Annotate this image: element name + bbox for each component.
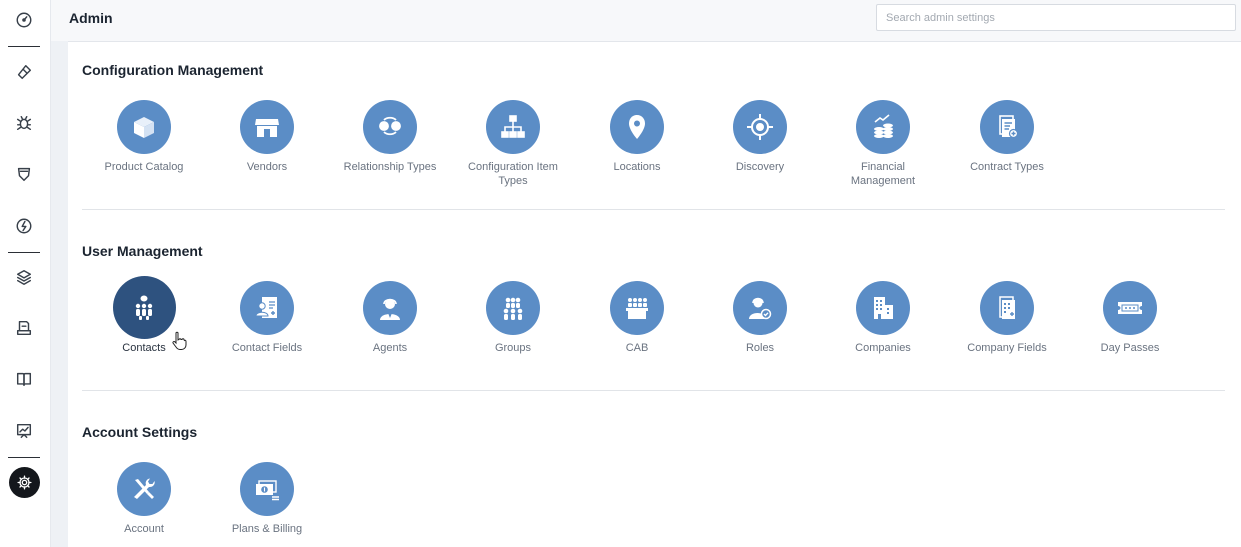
page-title: Admin bbox=[69, 10, 113, 26]
search-input[interactable] bbox=[876, 4, 1236, 31]
section-divider bbox=[82, 209, 1225, 210]
section-title-configuration-management: Configuration Management bbox=[82, 62, 264, 78]
tile-label: Configuration Item Types bbox=[468, 161, 558, 187]
rail-divider bbox=[8, 46, 40, 47]
admin-content: Configuration Management Product Catalog… bbox=[68, 42, 1241, 547]
tile-financial-management[interactable]: Financial Management bbox=[828, 100, 938, 188]
tile-discovery[interactable]: Discovery bbox=[705, 100, 815, 174]
tile-label: Discovery bbox=[735, 161, 785, 173]
tile-label: Groups bbox=[494, 342, 532, 354]
gear-icon[interactable] bbox=[9, 467, 40, 498]
tile-label: Agents bbox=[372, 342, 408, 354]
agent-headset-icon bbox=[363, 281, 417, 335]
section-title-user-management: User Management bbox=[82, 243, 203, 259]
group-icon bbox=[486, 281, 540, 335]
tile-label: Vendors bbox=[246, 161, 288, 173]
book-icon[interactable] bbox=[12, 367, 36, 391]
tile-label: Locations bbox=[613, 161, 661, 173]
contacts-icon bbox=[112, 276, 176, 339]
tools-icon bbox=[117, 462, 171, 516]
tile-label: Company Fields bbox=[967, 342, 1047, 354]
tile-label: Day Passes bbox=[1100, 342, 1160, 354]
contract-icon bbox=[980, 100, 1034, 154]
role-icon bbox=[733, 281, 787, 335]
page-header: Admin bbox=[51, 0, 1241, 42]
billing-icon bbox=[240, 462, 294, 516]
relationship-icon bbox=[363, 100, 417, 154]
tile-day-passes[interactable]: Day Passes bbox=[1075, 281, 1185, 355]
inbox-icon[interactable] bbox=[12, 316, 36, 340]
tile-label: Plans & Billing bbox=[231, 523, 303, 535]
tile-groups[interactable]: Groups bbox=[458, 281, 568, 355]
hand-cursor-icon bbox=[172, 331, 187, 350]
cab-icon bbox=[610, 281, 664, 335]
content-gutter bbox=[51, 41, 68, 547]
coins-chart-icon bbox=[856, 100, 910, 154]
tile-label: Companies bbox=[855, 342, 911, 354]
tile-plans-billing[interactable]: Plans & Billing bbox=[212, 462, 322, 536]
tile-label: CAB bbox=[625, 342, 649, 354]
contact-card-icon bbox=[240, 281, 294, 335]
sidebar-rail bbox=[0, 0, 51, 547]
tile-vendors[interactable]: Vendors bbox=[212, 100, 322, 174]
tile-product-catalog[interactable]: Product Catalog bbox=[89, 100, 199, 174]
tile-contact-fields[interactable]: Contact Fields bbox=[212, 281, 322, 355]
hierarchy-icon bbox=[486, 100, 540, 154]
lightning-icon[interactable] bbox=[12, 214, 36, 238]
tile-account[interactable]: Account bbox=[89, 462, 199, 536]
tile-locations[interactable]: Locations bbox=[582, 100, 692, 174]
tile-agents[interactable]: Agents bbox=[335, 281, 445, 355]
tile-company-fields[interactable]: Company Fields bbox=[952, 281, 1062, 355]
box-icon bbox=[117, 100, 171, 154]
bug-icon[interactable] bbox=[12, 111, 36, 135]
reports-icon[interactable] bbox=[12, 419, 36, 443]
location-pin-icon bbox=[610, 100, 664, 154]
dashboard-icon[interactable] bbox=[12, 8, 36, 32]
layers-icon[interactable] bbox=[12, 265, 36, 289]
tile-relationship-types[interactable]: Relationship Types bbox=[335, 100, 445, 174]
building-icon bbox=[856, 281, 910, 335]
tile-configuration-item-types[interactable]: Configuration Item Types bbox=[458, 100, 568, 188]
tile-label: Roles bbox=[745, 342, 775, 354]
tile-label: Product Catalog bbox=[104, 161, 184, 173]
company-fields-icon bbox=[980, 281, 1034, 335]
tile-companies[interactable]: Companies bbox=[828, 281, 938, 355]
section-title-account-settings: Account Settings bbox=[82, 424, 198, 440]
tile-contract-types[interactable]: Contract Types bbox=[952, 100, 1062, 174]
tile-label: Account bbox=[124, 523, 164, 535]
tile-label: Relationship Types bbox=[343, 161, 437, 173]
section-divider bbox=[82, 390, 1225, 391]
tile-label: Financial Management bbox=[850, 161, 916, 187]
rail-divider bbox=[8, 457, 40, 458]
ticket-icon[interactable] bbox=[12, 60, 36, 84]
tile-label: Contract Types bbox=[970, 161, 1044, 173]
tile-label: Contact Fields bbox=[231, 342, 303, 354]
crosshair-icon bbox=[733, 100, 787, 154]
store-icon bbox=[240, 100, 294, 154]
tile-roles[interactable]: Roles bbox=[705, 281, 815, 355]
shield-icon[interactable] bbox=[12, 162, 36, 186]
rail-divider bbox=[8, 252, 40, 253]
ticket-pass-icon bbox=[1103, 281, 1157, 335]
tile-cab[interactable]: CAB bbox=[582, 281, 692, 355]
